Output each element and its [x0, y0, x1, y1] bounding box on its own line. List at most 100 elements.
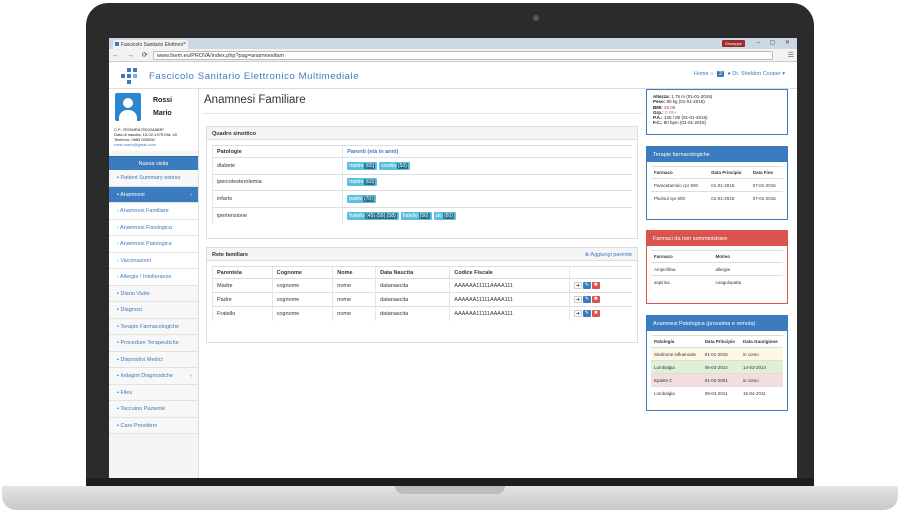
table-cell: Madre [212, 278, 273, 293]
sidebar-item[interactable]: › Anamnesi Fisiologica [109, 219, 198, 236]
sidebar-item[interactable]: ▪ Patient Summary esteso [109, 170, 198, 187]
table-cell: 07-01-2015 [749, 191, 783, 205]
edit-icon[interactable]: ✎ [582, 310, 591, 318]
table-cell: 01-01-2015 [708, 191, 750, 205]
sidebar-item[interactable]: ▪ Dispositivi Medici [109, 351, 198, 368]
col-header: Parentela [212, 266, 273, 279]
rete-table: Parentela Cognome Nome Data Nascita Codice F… [212, 266, 632, 321]
new-visit-button[interactable]: Nuova visita [109, 156, 198, 170]
table-row: diabete madre (65) sorella (50) [211, 157, 632, 174]
col-header: Farmaco [651, 166, 709, 179]
chevron-down-icon[interactable]: ▾ [782, 71, 785, 77]
table-cell: in corso [739, 347, 783, 361]
view-icon[interactable]: ➜ [573, 282, 582, 289]
sidebar-item[interactable]: ▪ Diagnosi [109, 302, 198, 319]
delete-icon[interactable]: ✖ [591, 310, 600, 318]
sidebar-item-label: Files [120, 389, 133, 396]
sidebar-item[interactable]: › Anamnesi Familiare [109, 203, 198, 220]
window-controls[interactable]: ‒ ▢ ✕ [757, 39, 794, 46]
relative-name: zio [435, 212, 442, 219]
sidebar-item[interactable]: ▪ Files [109, 384, 198, 401]
patient-card: Rossi Mario C.F.: RSSMRA75S02A883F Data … [109, 89, 198, 151]
relative-age: (65) [364, 162, 376, 169]
view-icon[interactable]: ➜ [573, 296, 582, 303]
edit-icon[interactable]: ✎ [582, 296, 591, 303]
table-cell: 01-01-2015 [708, 178, 750, 192]
sidebar-item-label: Anamnesi [120, 191, 145, 198]
favicon-icon [115, 42, 119, 46]
tab-close-icon[interactable]: × [183, 41, 186, 47]
main-content: Anamnesi Familiare Quadro sinottico Pato… [202, 89, 642, 478]
table-cell: cognome [271, 306, 333, 321]
view-icon[interactable]: ➜ [573, 310, 582, 318]
browser-toolbar: ← → ⟳ ⌂ www.fsem.eu/PROVA/index.php?pag=… [109, 49, 797, 62]
add-relative-button[interactable]: ⊕ Aggiungi parente [585, 252, 632, 258]
sidebar-item[interactable]: ▪ Terapie Farmacologiche [109, 318, 198, 335]
home-icon[interactable]: ⌂ [142, 51, 149, 58]
patient-surname: Rossi [153, 97, 173, 104]
nonsomm-table: Farmaco Motivo Ampicillina allergia aspirina… [651, 250, 783, 289]
parenti-cell: padre (70) [342, 190, 632, 207]
sidebar-item-label: Terapie Farmacologiche [120, 323, 180, 330]
terapie-box: Terapie farmacologiche Farmaco Data Princ… [646, 146, 788, 220]
table-row: Fratello cognome nome datanascita AAAAAA1111… [212, 306, 632, 321]
relative-label: fratello (45) (56) (58) [347, 211, 399, 220]
patologia-cell: ipercolesterolemia [211, 173, 343, 191]
table-cell: coagulopatia [712, 275, 783, 289]
vital-key: Altezza: [653, 94, 671, 99]
sidebar-item-label: Patient Summary esteso [120, 175, 181, 181]
browser-tab[interactable]: Fascicolo Sanitario Elettroni × [113, 40, 188, 49]
sidebar-item-label: › Vaccinazioni [117, 257, 151, 264]
delete-icon[interactable]: ✖ [591, 296, 600, 303]
col-header: Data Principio [701, 335, 740, 348]
col-header: Patologia [651, 335, 702, 348]
relative-label: fratello (56) [400, 211, 432, 220]
home-link-icon[interactable]: ⌂ [710, 71, 713, 77]
col-header: Data Principio [708, 166, 750, 179]
relative-label: padre (70) [347, 194, 376, 203]
vital-value: 0 Rh+ [665, 109, 678, 115]
sidebar-item-label: › Anamnesi Patologica [117, 241, 172, 247]
table-cell: Lombalgia [651, 360, 702, 374]
sidebar-item[interactable]: › Vaccinazioni [109, 252, 198, 269]
notification-badge[interactable]: 2 [716, 71, 724, 77]
home-link[interactable]: Home [694, 71, 709, 77]
table-cell: 08-04-2011 [701, 386, 740, 400]
table-cell: 14-03-2014 [739, 360, 783, 374]
sidebar-item[interactable]: ▪ Care Providers [109, 417, 198, 434]
relative-age: (56) [418, 212, 430, 219]
vital-value: 1.75 m (01-01-2015) [671, 94, 713, 99]
patient-email[interactable]: rossi.mario@gmail.com [114, 142, 177, 147]
address-bar[interactable]: www.fsem.eu/PROVA/index.php?pag=anamnesi… [153, 51, 773, 60]
table-cell: Sindrome influenzale [651, 347, 702, 361]
delete-icon[interactable]: ✖ [591, 282, 600, 289]
parenti-cell: madre (65) sorella (50) [342, 157, 632, 174]
table-cell: nome [332, 292, 376, 307]
sidebar-item[interactable]: ▪ Indagini Diagnostiche ‹ [109, 368, 198, 385]
sidebar-item-label: Diario Visite [120, 290, 150, 297]
user-menu[interactable]: Dr. Sheldon Cooper [732, 71, 780, 77]
rete-familiare-panel: Rete familiare ⊕ Aggiungi parente Parent… [206, 247, 638, 343]
col-header: Data Guarigione [739, 335, 783, 348]
app-title: Fascicolo Sanitario Elettronico Multimed… [149, 71, 360, 82]
menu-icon[interactable]: ☰ [788, 51, 794, 59]
sidebar-item[interactable]: › Allergie / Intolleranze [109, 269, 198, 286]
table-cell: AAAAAA11111AAAA111 [449, 306, 570, 321]
edit-icon[interactable]: ✎ [582, 282, 591, 289]
sidebar-item[interactable]: ▪ Diario Visite [109, 285, 198, 302]
relative-name: padre [349, 195, 362, 202]
relative-age: (50) [397, 162, 408, 169]
table-cell: Paracetamolo cpr 500 [651, 178, 709, 192]
patologia-cell: diabete [211, 157, 343, 174]
patient-name: Mario [153, 110, 172, 117]
sidebar-item[interactable]: ▪ Anamnesi ‹ [109, 186, 198, 203]
sidebar-item-label: Taccuino Paziente [120, 406, 166, 412]
sidebar-item[interactable]: › Anamnesi Patologica [109, 236, 198, 253]
vital-value: 80 kg (01-01-2015) [666, 99, 705, 105]
sidebar-item[interactable]: ▪ Procedure Terapeutiche [109, 335, 198, 352]
profile-button[interactable]: Giuseppe [721, 40, 745, 47]
sidebar-item[interactable]: ▪ Taccuino Paziente [109, 401, 198, 418]
browser-tabbar: Fascicolo Sanitario Elettroni × Giuseppe… [109, 38, 797, 49]
vital-key: BMI: [653, 104, 663, 110]
table-header-row: Farmaco Data Principio Data Fine [651, 166, 783, 179]
